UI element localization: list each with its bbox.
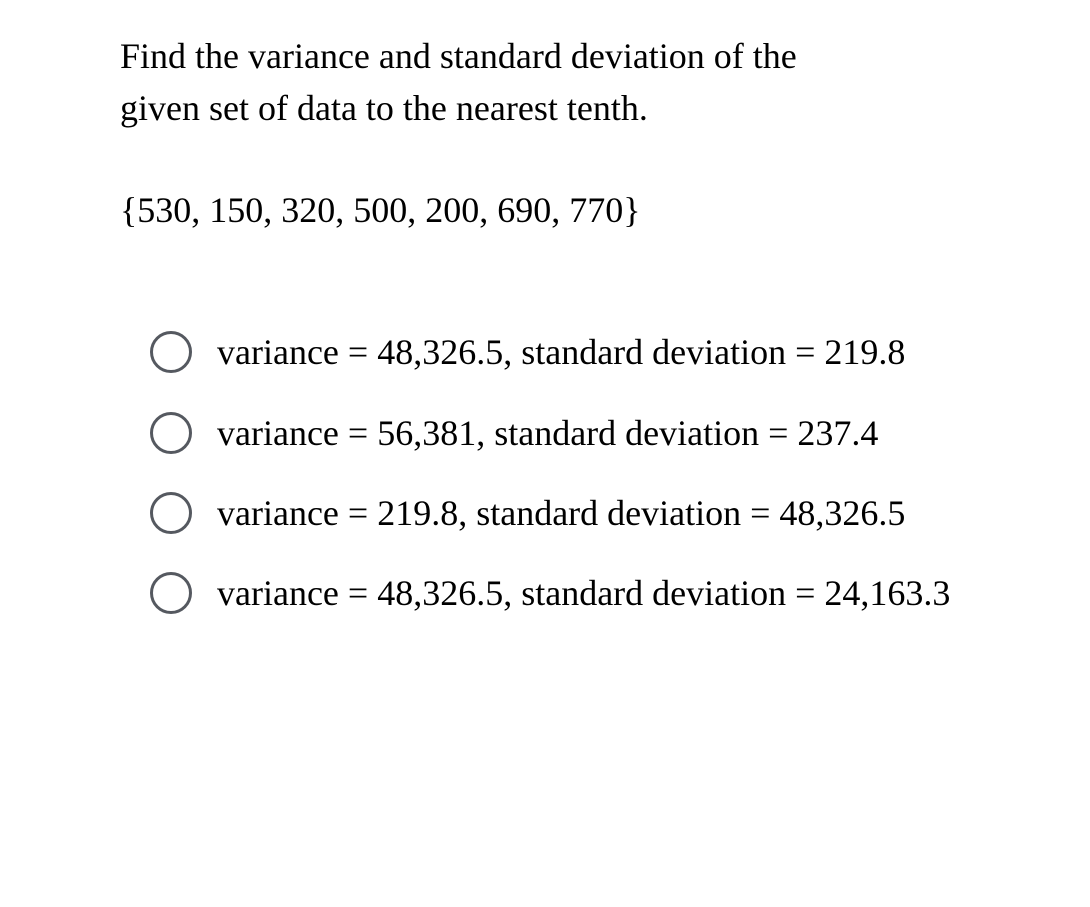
option-1-label: variance = 48,326.5, standard deviation … bbox=[217, 326, 905, 378]
data-set: {530, 150, 320, 500, 200, 690, 770} bbox=[120, 189, 1090, 231]
question-line-2: given set of data to the nearest tenth. bbox=[120, 88, 648, 128]
option-4: variance = 48,326.5, standard deviation … bbox=[150, 567, 1090, 619]
question-line-1: Find the variance and standard deviation… bbox=[120, 36, 797, 76]
option-1: variance = 48,326.5, standard deviation … bbox=[150, 326, 1090, 378]
radio-option-3[interactable] bbox=[150, 492, 192, 534]
options-list: variance = 48,326.5, standard deviation … bbox=[120, 326, 1090, 619]
question-prompt: Find the variance and standard deviation… bbox=[120, 30, 1090, 134]
radio-option-1[interactable] bbox=[150, 331, 192, 373]
option-2: variance = 56,381, standard deviation = … bbox=[150, 407, 1090, 459]
radio-option-2[interactable] bbox=[150, 412, 192, 454]
option-3: variance = 219.8, standard deviation = 4… bbox=[150, 487, 1090, 539]
radio-option-4[interactable] bbox=[150, 572, 192, 614]
question-container: Find the variance and standard deviation… bbox=[0, 0, 1090, 619]
option-2-label: variance = 56,381, standard deviation = … bbox=[217, 407, 878, 459]
option-4-label: variance = 48,326.5, standard deviation … bbox=[217, 567, 950, 619]
option-3-label: variance = 219.8, standard deviation = 4… bbox=[217, 487, 905, 539]
